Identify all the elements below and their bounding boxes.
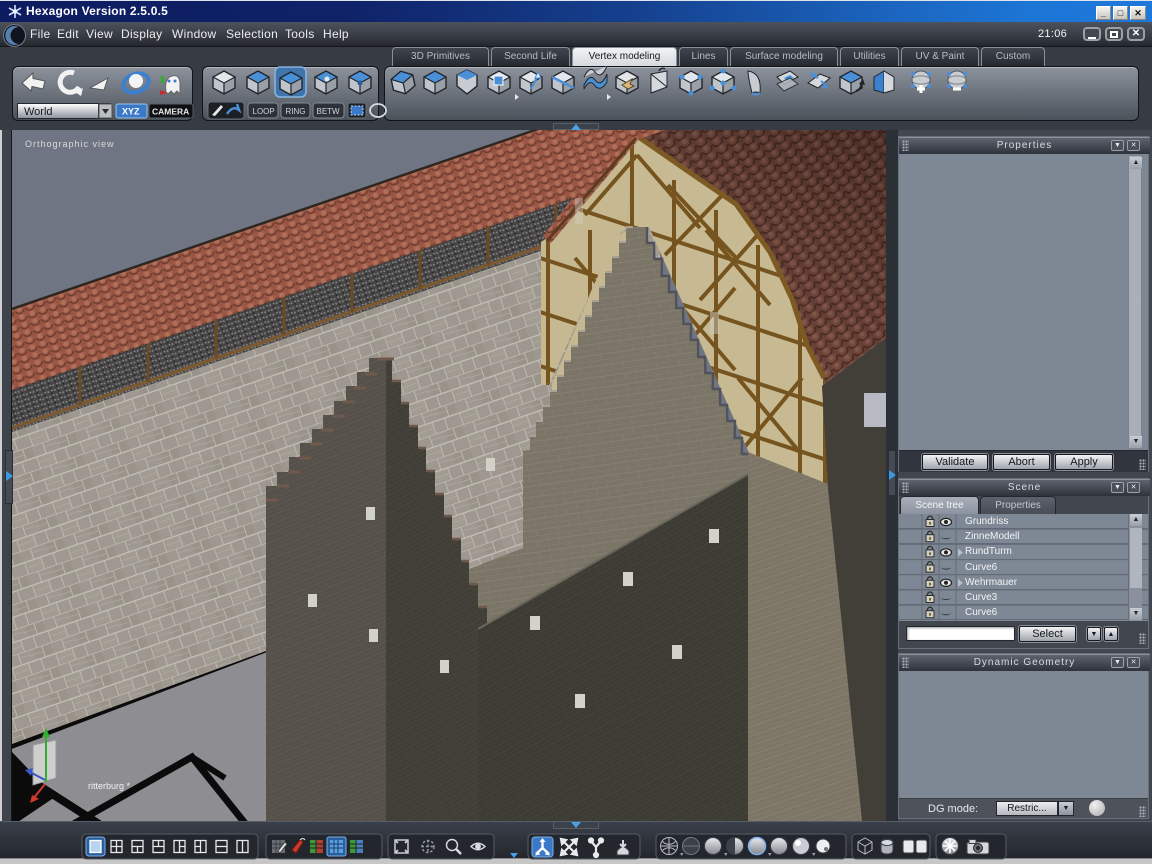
svg-text:CAMERA: CAMERA <box>152 107 189 117</box>
svg-text:RING: RING <box>286 107 306 116</box>
svg-text:ritterburg *: ritterburg * <box>88 781 131 791</box>
svg-text:XYZ: XYZ <box>122 107 140 117</box>
svg-text:BETW: BETW <box>317 107 341 116</box>
svg-text:World: World <box>24 106 53 118</box>
svg-text:LOOP: LOOP <box>253 107 275 116</box>
svg-text:Orthographic view: Orthographic view <box>25 139 115 149</box>
